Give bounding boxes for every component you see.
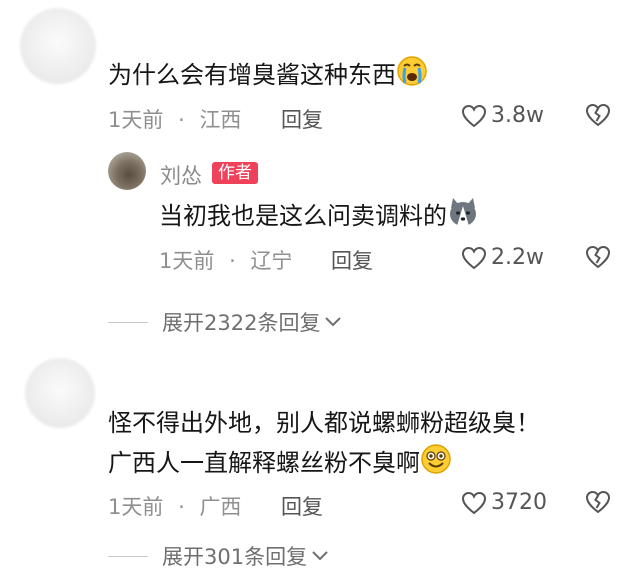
username-blurred[interactable]	[110, 16, 117, 37]
reply-button[interactable]: 回复	[281, 491, 323, 521]
divider	[108, 321, 148, 323]
broken-heart-icon	[585, 245, 611, 269]
dislike-button[interactable]	[585, 245, 611, 273]
expand-replies-button[interactable]: 展开301条回复	[108, 541, 329, 571]
like-count: 3720	[491, 490, 547, 515]
like-count: 2.2w	[491, 245, 544, 270]
avatar[interactable]	[25, 358, 95, 428]
dislike-button[interactable]	[585, 490, 611, 518]
username-blurred[interactable]	[110, 364, 117, 385]
like-button[interactable]: 3.8w	[461, 103, 544, 128]
heart-icon	[461, 104, 487, 127]
reply-button[interactable]: 回复	[281, 104, 323, 134]
like-count: 3.8w	[491, 103, 544, 128]
comment-meta: 1天前 · 广西	[108, 495, 242, 519]
author-avatar[interactable]	[108, 152, 146, 190]
expand-replies-button[interactable]: 展开2322条回复	[108, 307, 342, 337]
like-button[interactable]: 2.2w	[461, 245, 544, 270]
broken-heart-icon	[585, 103, 611, 127]
reply-text: 当初我也是这么问卖调料的	[159, 196, 479, 238]
reply-button[interactable]: 回复	[331, 245, 373, 275]
like-button[interactable]: 3720	[461, 490, 547, 515]
heart-icon	[461, 246, 487, 269]
comment-text: 怪不得出外地，别人都说螺蛳粉超级臭！	[108, 409, 540, 437]
grinning-face-icon	[420, 443, 452, 485]
broken-heart-icon	[585, 490, 611, 514]
chevron-down-icon	[325, 317, 342, 327]
reply-meta: 1天前 · 辽宁	[159, 249, 293, 273]
reply-username[interactable]: 刘怂	[160, 160, 202, 190]
avatar[interactable]	[20, 8, 96, 84]
crying-face-icon	[396, 55, 428, 97]
author-badge: 作者	[212, 162, 258, 184]
comment-text: 为什么会有增臭酱这种东西	[108, 55, 428, 97]
heart-icon	[461, 491, 487, 514]
comment-text: 广西人一直解释螺丝粉不臭啊	[108, 443, 452, 485]
dislike-button[interactable]	[585, 103, 611, 131]
divider	[108, 555, 148, 557]
husky-dog-icon	[447, 196, 479, 238]
comment-meta: 1天前 · 江西	[108, 108, 242, 132]
chevron-down-icon	[312, 551, 328, 561]
comment-section: 为什么会有增臭酱这种东西 1天前 · 江西 回复 3.8w 刘怂 作者 当初我也…	[0, 0, 640, 574]
